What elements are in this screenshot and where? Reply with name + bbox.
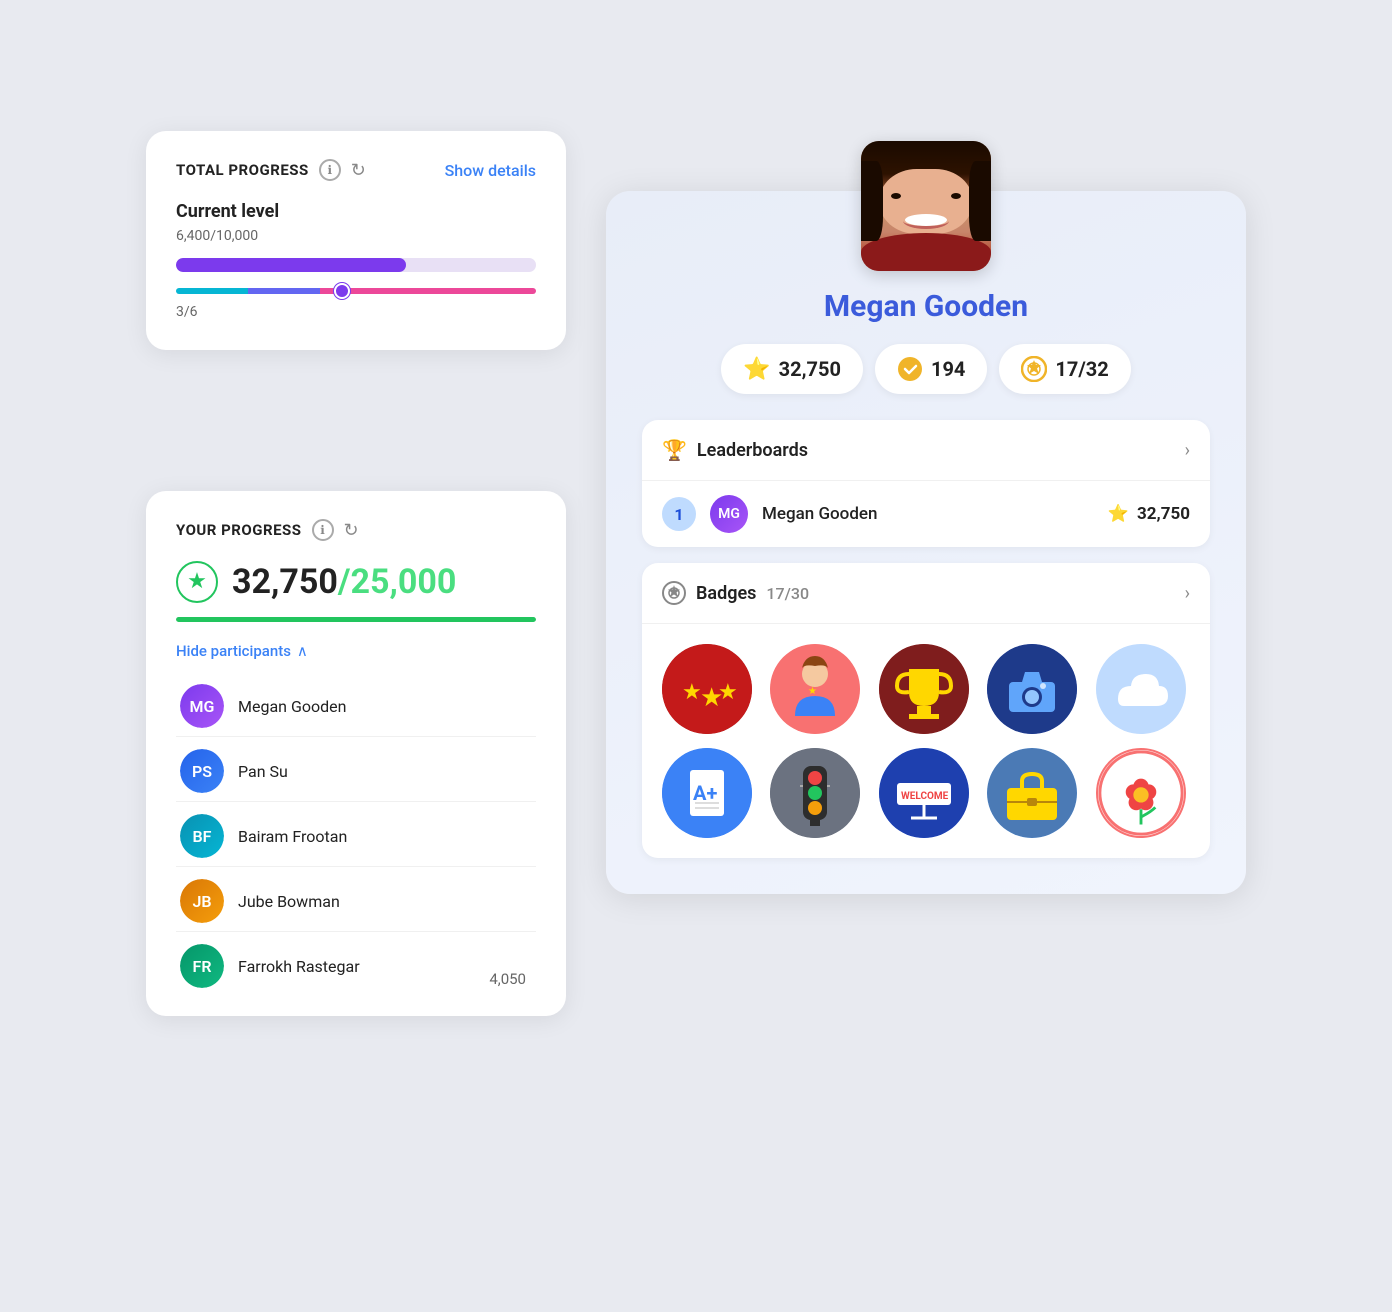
list-item[interactable]: BF Bairam Frootan (176, 806, 536, 867)
avatar: JB (180, 879, 224, 923)
check-circle-icon (897, 356, 923, 382)
leaderboard-header[interactable]: 🏆 Leaderboards › (642, 420, 1210, 481)
profile-photo (861, 141, 991, 271)
completions-value: 194 (931, 357, 965, 381)
step-progress-bar (176, 288, 536, 294)
trophy-badge[interactable] (879, 644, 969, 734)
avatar: FR (180, 944, 224, 988)
participant-name: Megan Gooden (238, 697, 346, 716)
briefcase-badge[interactable] (987, 748, 1077, 838)
svg-text:A+: A+ (693, 781, 717, 805)
show-details-link[interactable]: Show details (445, 161, 536, 180)
svg-text:★: ★ (718, 680, 738, 705)
level-fraction: 6,400/10,000 (176, 228, 536, 244)
leaderboard-title: Leaderboards (697, 440, 808, 461)
participant-name: Pan Su (238, 762, 288, 781)
list-item[interactable]: JB Jube Bowman (176, 871, 536, 932)
badges-header[interactable]: Badges 17/30 › (642, 563, 1210, 624)
chevron-right-icon: › (1185, 440, 1190, 461)
avatar: MG (180, 684, 224, 728)
your-progress-main: ★ 32,750/25,000 (176, 561, 536, 603)
star-green-icon: ★ (176, 561, 218, 603)
welcome-badge[interactable]: WELCOME (879, 748, 969, 838)
profile-name: Megan Gooden (824, 289, 1028, 324)
your-progress-refresh-icon[interactable]: ↻ (344, 520, 359, 541)
badges-stat: 17/32 (999, 344, 1130, 394)
badge-medal-icon (662, 581, 686, 605)
stars-value: 32,750 (779, 357, 841, 381)
your-progress-header: YOUR PROGRESS ℹ ↻ (176, 519, 536, 541)
leaderboard-row[interactable]: 1 MG Megan Gooden ⭐ 32,750 (642, 481, 1210, 547)
leaderboard-section: 🏆 Leaderboards › 1 MG Megan Gooden ⭐ 32,… (642, 420, 1210, 547)
your-progress-numbers: 32,750/25,000 (232, 562, 456, 602)
leaderboard-avatar: MG (710, 495, 748, 533)
profile-card: Megan Gooden ⭐ 32,750 194 (606, 191, 1246, 894)
your-progress-card: YOUR PROGRESS ℹ ↻ ★ 32,750/25,000 Hide p… (146, 491, 566, 1016)
your-progress-info-icon[interactable]: ℹ (312, 519, 334, 541)
total-progress-title: TOTAL PROGRESS (176, 161, 309, 179)
badges-count: 17/30 (766, 584, 809, 603)
svg-text:★: ★ (682, 680, 702, 705)
avatar: BF (180, 814, 224, 858)
medal-icon (1021, 356, 1047, 382)
svg-text:★: ★ (187, 569, 207, 594)
person-badge[interactable]: ★ (770, 644, 860, 734)
participant-name: Bairam Frootan (238, 827, 347, 846)
traffic-badge[interactable] (770, 748, 860, 838)
profile-stats-row: ⭐ 32,750 194 17/32 (642, 344, 1210, 394)
total-progress-header: TOTAL PROGRESS ℹ ↻ Show details (176, 159, 536, 181)
step-fraction: 3/6 (176, 304, 536, 320)
your-progress-title: YOUR PROGRESS (176, 521, 302, 539)
list-item[interactable]: MG Megan Gooden (176, 676, 536, 737)
level-progress-bar (176, 258, 536, 272)
chevron-up-icon: ∧ (297, 642, 308, 660)
badges-value: 17/32 (1055, 357, 1108, 381)
badges-title: Badges (696, 583, 756, 604)
stars-stat: ⭐ 32,750 (721, 344, 863, 394)
badges-chevron-right-icon: › (1185, 583, 1190, 604)
badges-section: Badges 17/30 › ★ ★ ★ (642, 563, 1210, 858)
leaderboard-entry-name: Megan Gooden (762, 504, 1094, 524)
list-item[interactable]: FR Farrokh Rastegar 4,050 (176, 936, 536, 996)
your-progress-bar (176, 617, 536, 622)
total-progress-info-icon[interactable]: ℹ (319, 159, 341, 181)
trophy-icon: 🏆 (662, 438, 687, 462)
badges-grid: ★ ★ ★ ★ (642, 624, 1210, 858)
step-progress-thumb (334, 283, 350, 299)
star-icon: ⭐ (743, 357, 770, 382)
list-item[interactable]: PS Pan Su (176, 741, 536, 802)
grade-badge[interactable]: A+ (662, 748, 752, 838)
cloud-badge[interactable] (1096, 644, 1186, 734)
svg-text:★: ★ (808, 686, 817, 697)
current-level-label: Current level (176, 201, 536, 222)
total-progress-card: TOTAL PROGRESS ℹ ↻ Show details Current … (146, 131, 566, 350)
level-progress-fill (176, 258, 406, 272)
total-progress-refresh-icon[interactable]: ↻ (351, 160, 366, 181)
score-star-icon: ⭐ (1108, 504, 1129, 524)
participant-list: MG Megan Gooden PS Pan Su BF Bairam Froo… (176, 676, 536, 996)
stars-badge[interactable]: ★ ★ ★ (662, 644, 752, 734)
farrokh-score: 4,050 (489, 970, 526, 988)
hide-participants-toggle[interactable]: Hide participants ∧ (176, 642, 536, 660)
your-progress-fill (176, 617, 536, 622)
leaderboard-entry-score: ⭐ 32,750 (1108, 504, 1190, 524)
participant-name: Farrokh Rastegar (238, 957, 360, 976)
svg-text:WELCOME: WELCOME (901, 791, 949, 802)
rank-badge: 1 (662, 497, 696, 531)
completions-stat: 194 (875, 344, 987, 394)
flower-badge[interactable] (1096, 748, 1186, 838)
avatar: PS (180, 749, 224, 793)
participant-name: Jube Bowman (238, 892, 340, 911)
camera-badge[interactable] (987, 644, 1077, 734)
